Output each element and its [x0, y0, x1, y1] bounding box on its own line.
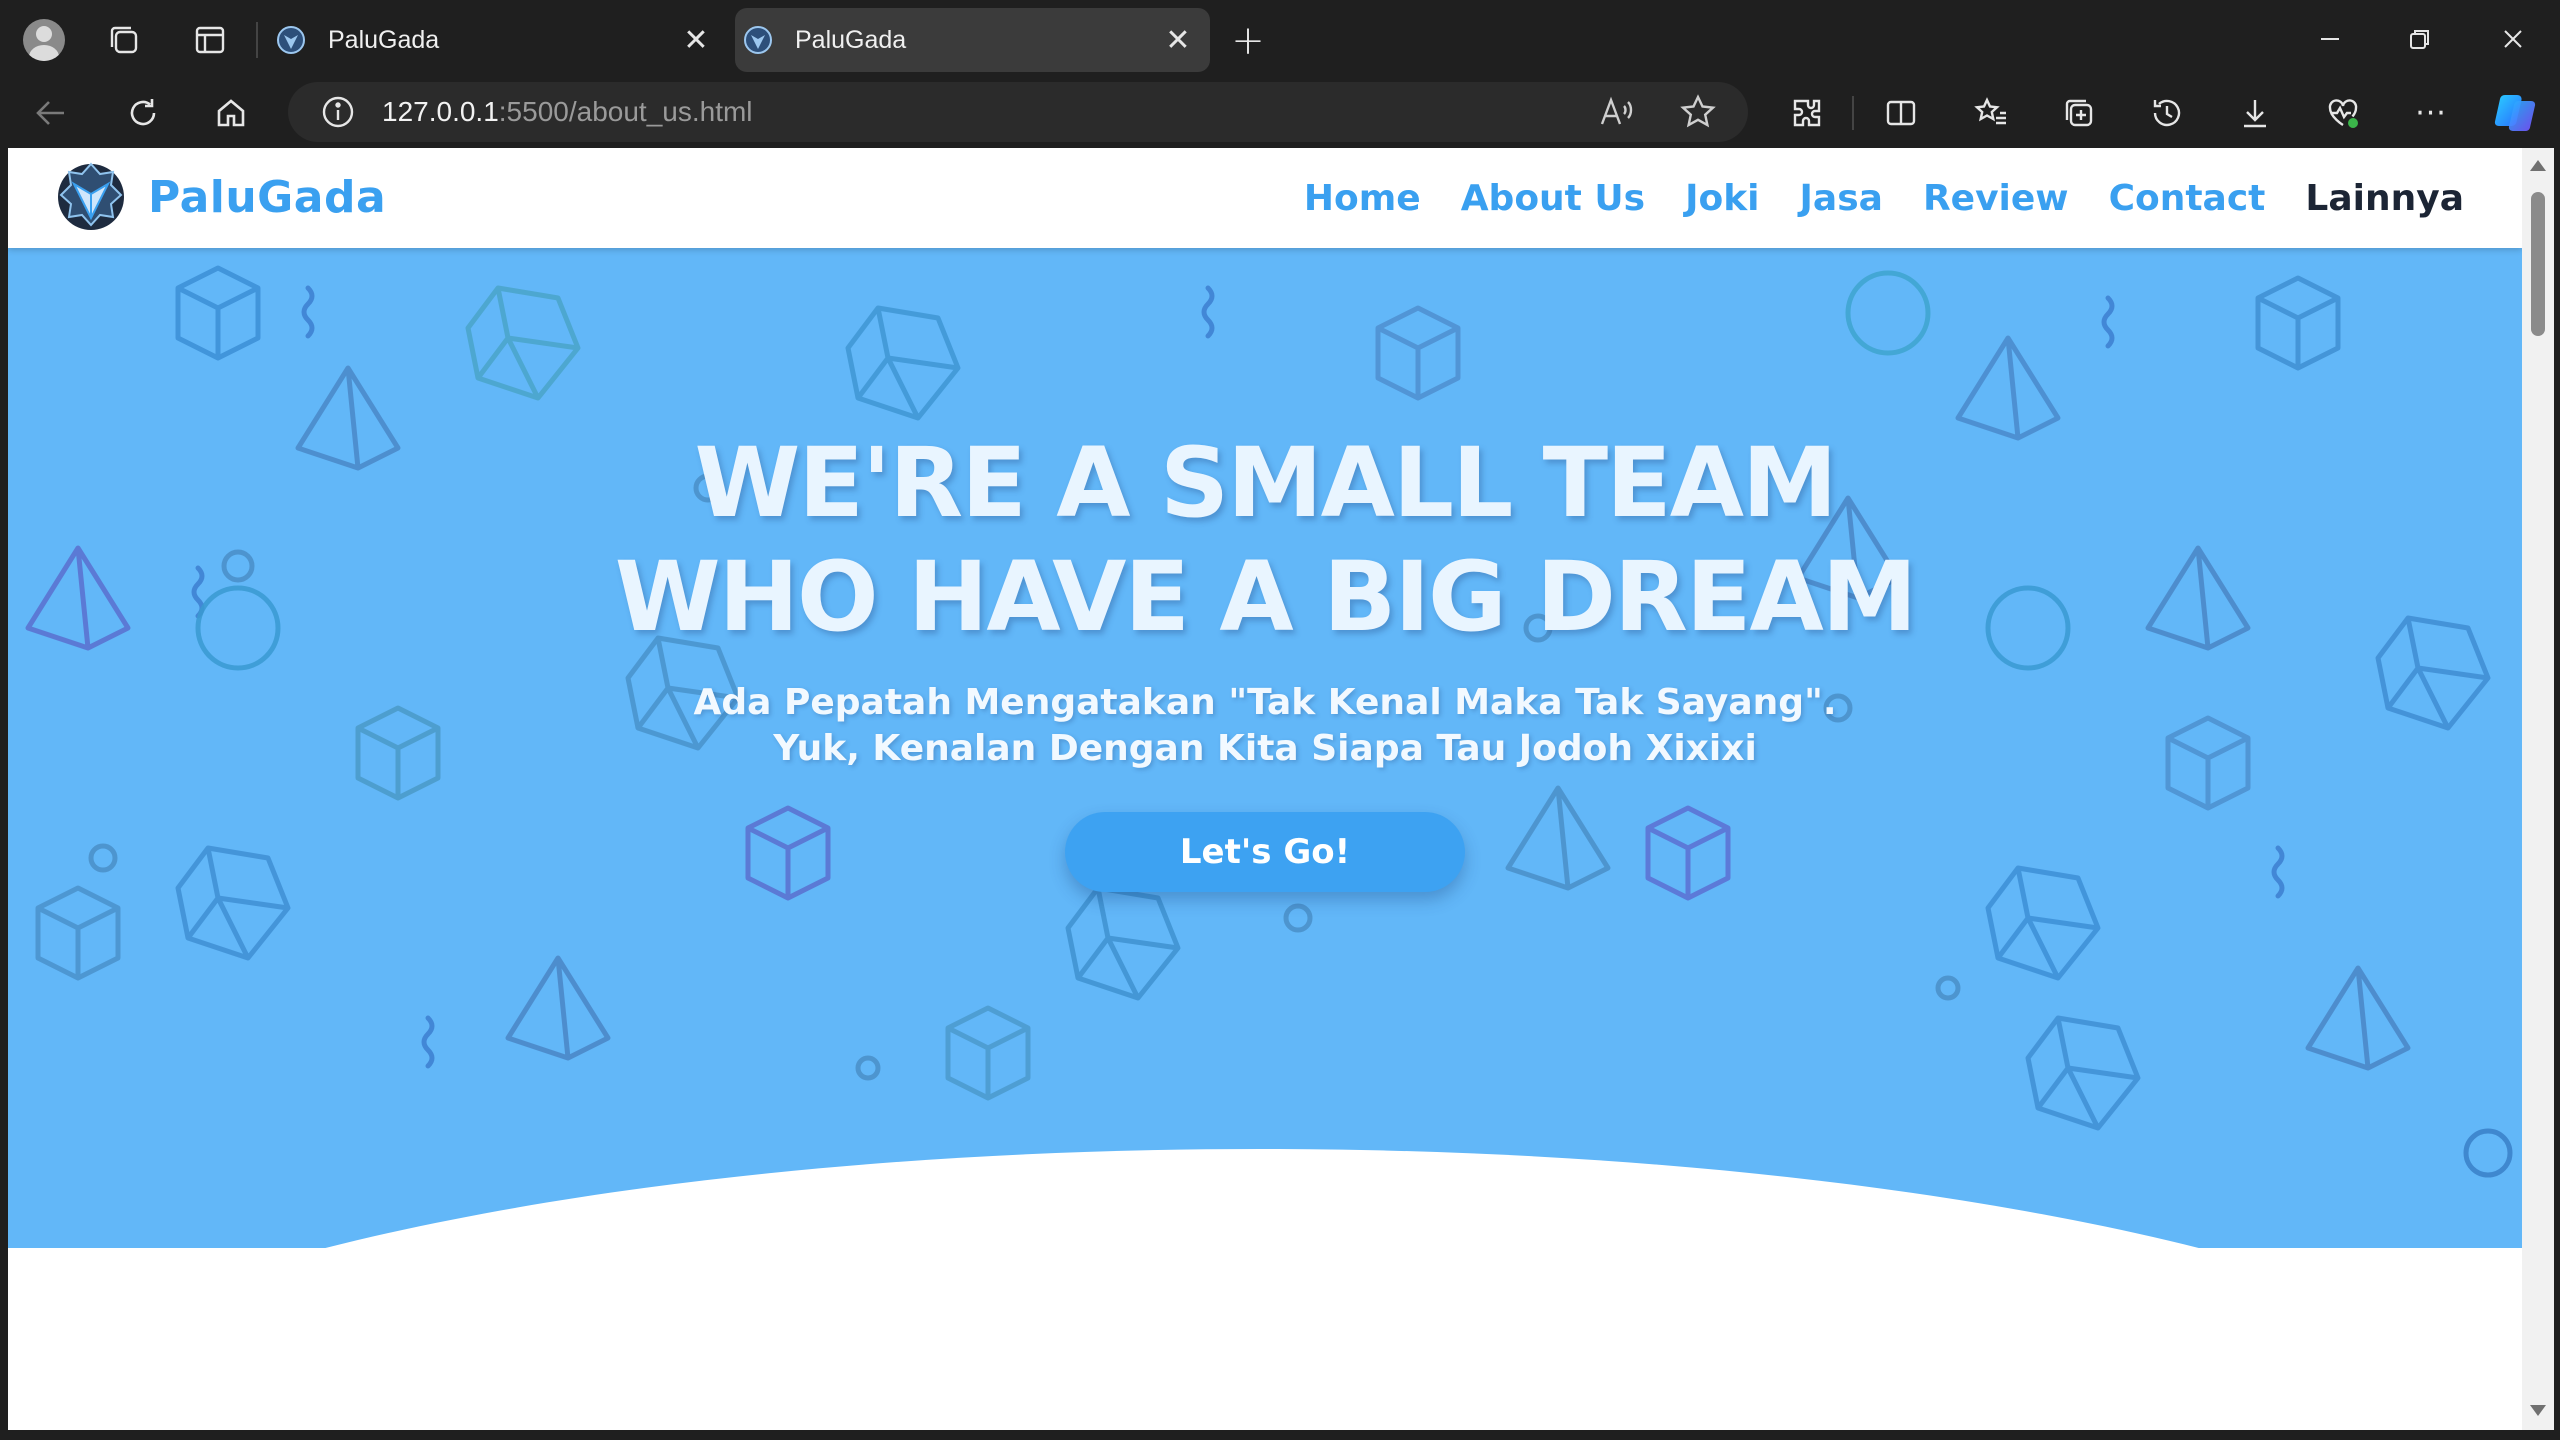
nav-home[interactable]: Home: [1304, 178, 1421, 219]
url-text: 127.0.0.1:5500/about_us.html: [382, 96, 753, 128]
palugada-favicon-icon: [744, 26, 772, 54]
nav-about-us[interactable]: About Us: [1461, 178, 1645, 219]
new-tab-plus-icon[interactable]: +: [1225, 18, 1271, 64]
browser-tab-bar: PaluGada ✕ PaluGada ✕ +: [0, 0, 2560, 78]
hero-subtitle-line-1: Ada Pepatah Mengatakan "Tak Kenal Maka T…: [693, 682, 1837, 723]
favorite-star-icon[interactable]: [1678, 92, 1718, 132]
hero-bottom-curve: [8, 1149, 2522, 1430]
downloads-icon[interactable]: [2234, 92, 2276, 134]
nav-contact[interactable]: Contact: [2109, 178, 2266, 219]
extensions-puzzle-icon[interactable]: [1786, 92, 1828, 134]
nav-jasa[interactable]: Jasa: [1800, 178, 1883, 219]
url-host: 127.0.0.1: [382, 96, 499, 127]
tab-close-icon[interactable]: ✕: [676, 20, 716, 60]
tab-title: PaluGada: [795, 25, 907, 54]
palugada-logo-icon: [58, 162, 124, 230]
workspaces-icon: [110, 26, 138, 54]
scroll-down-arrow-icon[interactable]: [2530, 1405, 2546, 1416]
browser-essentials-icon[interactable]: [2322, 92, 2364, 134]
workspaces-button[interactable]: [100, 18, 148, 62]
profile-avatar-icon: [23, 19, 65, 61]
hero-content: WE'RE A SMALL TEAM WHO HAVE A BIG DREAM …: [8, 426, 2522, 892]
tab-separator: [256, 22, 258, 58]
profile-button[interactable]: [18, 16, 70, 64]
nav-joki[interactable]: Joki: [1685, 178, 1759, 219]
hero-title-line-1: WE'RE A SMALL TEAM: [694, 427, 1837, 539]
scroll-up-arrow-icon[interactable]: [2530, 160, 2546, 171]
hero-title: WE'RE A SMALL TEAM WHO HAVE A BIG DREAM: [8, 426, 2522, 654]
tab-title: PaluGada: [328, 25, 440, 54]
hero-subtitle-line-2: Yuk, Kenalan Dengan Kita Siapa Tau Jodoh…: [773, 728, 1757, 769]
copilot-icon[interactable]: [2490, 88, 2540, 138]
browser-tab-1[interactable]: PaluGada ✕: [268, 8, 728, 72]
browser-toolbar: 127.0.0.1:5500/about_us.html ···: [0, 78, 2560, 148]
page-viewport: PaluGada Home About Us Joki Jasa Review …: [8, 148, 2522, 1430]
back-arrow-icon[interactable]: [30, 92, 72, 134]
hero-title-line-2: WHO HAVE A BIG DREAM: [614, 541, 1918, 653]
history-icon[interactable]: [2146, 92, 2188, 134]
brand-name: PaluGada: [148, 171, 387, 223]
more-menu-icon[interactable]: ···: [2410, 92, 2452, 134]
site-info-icon[interactable]: [318, 92, 358, 132]
scrollbar-thumb[interactable]: [2531, 192, 2545, 336]
tab-close-icon[interactable]: ✕: [1158, 20, 1198, 60]
brand[interactable]: PaluGada: [54, 154, 386, 240]
palugada-favicon-icon: [277, 26, 305, 54]
browser-tab-2-active[interactable]: PaluGada ✕: [735, 8, 1210, 72]
vertical-tabs-icon: [195, 26, 225, 54]
main-nav: Home About Us Joki Jasa Review Contact L…: [1264, 148, 2464, 248]
hero-subtitle: Ada Pepatah Mengatakan "Tak Kenal Maka T…: [8, 680, 2522, 772]
favorites-icon[interactable]: [1970, 92, 2012, 134]
minimize-icon[interactable]: [2305, 14, 2355, 64]
nav-review[interactable]: Review: [1923, 178, 2069, 219]
window-close-icon[interactable]: [2488, 14, 2538, 64]
site-navbar: PaluGada Home About Us Joki Jasa Review …: [8, 148, 2522, 248]
page-scrollbar[interactable]: [2522, 148, 2554, 1430]
tab-actions-button[interactable]: [186, 18, 234, 62]
restore-icon[interactable]: [2395, 14, 2445, 64]
read-aloud-icon[interactable]: [1596, 92, 1636, 132]
home-icon[interactable]: [210, 92, 252, 134]
url-path: :5500/about_us.html: [498, 96, 753, 127]
collections-icon[interactable]: [2058, 92, 2100, 134]
toolbar-separator: [1852, 96, 1854, 130]
window-bottom-border: [0, 1430, 2560, 1440]
nav-lainnya[interactable]: Lainnya: [2305, 178, 2464, 219]
lets-go-button[interactable]: Let's Go!: [1065, 812, 1465, 892]
reload-icon[interactable]: [122, 92, 164, 134]
address-bar[interactable]: 127.0.0.1:5500/about_us.html: [288, 82, 1748, 142]
split-screen-icon[interactable]: [1880, 92, 1922, 134]
